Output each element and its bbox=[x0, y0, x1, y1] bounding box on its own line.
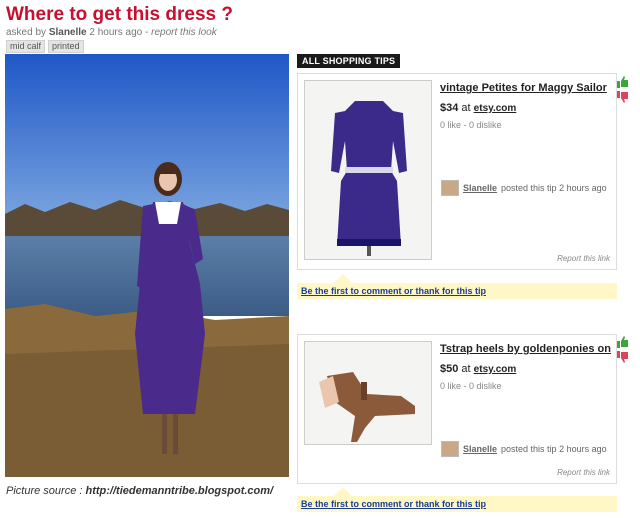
tip-poster-username[interactable]: Slanelle bbox=[463, 183, 497, 193]
source-label: Picture source : bbox=[6, 485, 83, 497]
comment-prompt-link[interactable]: Be the first to comment or thank for thi… bbox=[297, 283, 617, 299]
tip-title-link[interactable]: vintage Petites for Maggy Sailor bbox=[440, 82, 607, 94]
tip-poster-username[interactable]: Slanelle bbox=[463, 444, 497, 454]
page-title: Where to get this dress ? bbox=[6, 4, 233, 25]
tip-shop-link[interactable]: etsy.com bbox=[474, 103, 517, 114]
tag-printed[interactable]: printed bbox=[48, 40, 84, 53]
tip-vote-controls bbox=[617, 336, 629, 363]
tip-price-value: $50 bbox=[440, 363, 459, 375]
tips-header: ALL SHOPPING TIPS bbox=[297, 54, 401, 68]
tag-mid-calf[interactable]: mid calf bbox=[6, 40, 46, 53]
tip-product-image[interactable] bbox=[304, 341, 432, 445]
picture-source: Picture source : http://tiedemanntribe.b… bbox=[6, 485, 273, 497]
tip-price: $50 at etsy.com bbox=[440, 363, 516, 375]
tip-vote-controls bbox=[617, 76, 629, 103]
tip-posted-text: posted this tip 2 hours ago bbox=[501, 444, 607, 454]
tip-poster: Slanelle posted this tip 2 hours ago bbox=[441, 180, 607, 196]
asked-by-label: asked by bbox=[6, 27, 47, 38]
tip-posted-text: posted this tip 2 hours ago bbox=[501, 183, 607, 193]
tip-like-count: 0 like - 0 dislike bbox=[440, 120, 502, 130]
tip-poster: Slanelle posted this tip 2 hours ago bbox=[441, 441, 607, 457]
tag-list: mid calf printed bbox=[6, 40, 84, 53]
asker-username[interactable]: Slanelle bbox=[49, 27, 87, 38]
meta-separator: - bbox=[145, 27, 149, 38]
comment-pointer bbox=[334, 487, 352, 496]
tip-product-image[interactable] bbox=[304, 80, 432, 260]
tip-shop-link[interactable]: etsy.com bbox=[474, 364, 517, 375]
tip-like-count: 0 like - 0 dislike bbox=[440, 381, 502, 391]
report-look-link[interactable]: report this look bbox=[151, 27, 217, 38]
avatar[interactable] bbox=[441, 441, 459, 457]
tip-at-label: at bbox=[461, 363, 471, 375]
thumbs-up-icon[interactable] bbox=[617, 336, 629, 348]
source-url-link[interactable]: http://tiedemanntribe.blogspot.com/ bbox=[85, 485, 273, 497]
comment-pointer bbox=[334, 274, 352, 283]
tip-price-value: $34 bbox=[440, 102, 459, 114]
tip-title-link[interactable]: Tstrap heels by goldenponies on bbox=[440, 343, 611, 355]
asked-time: 2 hours ago bbox=[89, 27, 143, 38]
tip-price: $34 at etsy.com bbox=[440, 102, 516, 114]
report-link[interactable]: Report this link bbox=[557, 468, 610, 477]
avatar[interactable] bbox=[441, 180, 459, 196]
tip-card: Tstrap heels by goldenponies on $50 at e… bbox=[297, 334, 617, 484]
tip-at-label: at bbox=[461, 102, 471, 114]
comment-prompt-link[interactable]: Be the first to comment or thank for thi… bbox=[297, 496, 617, 512]
thumbs-up-icon[interactable] bbox=[617, 76, 629, 88]
report-link[interactable]: Report this link bbox=[557, 254, 610, 263]
thumbs-down-icon[interactable] bbox=[617, 91, 629, 103]
thumbs-down-icon[interactable] bbox=[617, 351, 629, 363]
look-photo bbox=[5, 54, 289, 477]
question-meta: asked by Slanelle 2 hours ago - report t… bbox=[6, 27, 217, 38]
tip-card: vintage Petites for Maggy Sailor $34 at … bbox=[297, 73, 617, 270]
